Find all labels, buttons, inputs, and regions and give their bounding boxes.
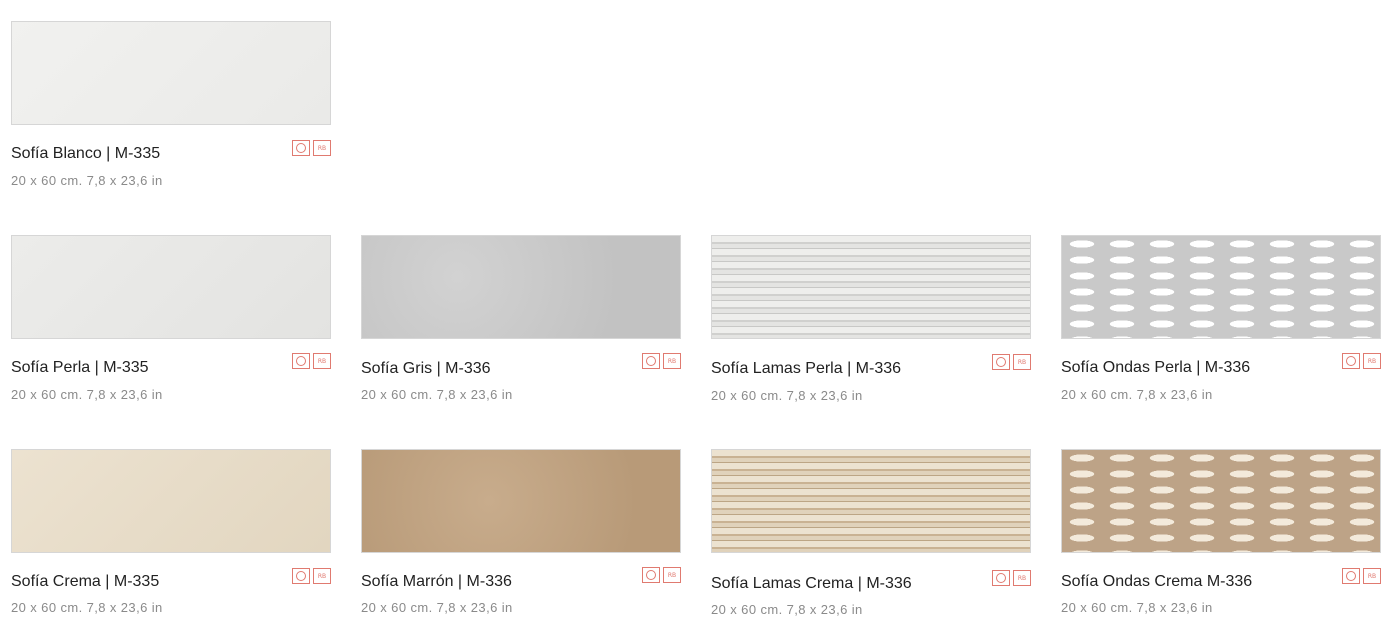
product-name[interactable]: Sofía Crema | M-335 [11,573,159,591]
tile-image[interactable] [711,449,1031,553]
rb-icon[interactable]: RB [313,140,331,156]
product-name[interactable]: Sofía Gris | M-336 [361,360,491,378]
product-name[interactable]: Sofía Ondas Perla | M-336 [1061,359,1250,377]
circle-icon[interactable] [292,353,310,369]
product-name[interactable]: Sofía Ondas Crema M-336 [1061,573,1252,591]
product-name[interactable]: Sofía Lamas Perla | M-336 [711,360,901,378]
rb-icon[interactable]: RB [663,353,681,369]
rb-icon[interactable]: RB [313,568,331,584]
product-dimensions: 20 x 60 cm. 7,8 x 23,6 in [711,388,863,403]
product-name[interactable]: Sofía Blanco | M-335 [11,145,160,163]
product-dimensions: 20 x 60 cm. 7,8 x 23,6 in [11,173,163,188]
product-dimensions: 20 x 60 cm. 7,8 x 23,6 in [361,600,513,615]
circle-icon[interactable] [642,353,660,369]
product-dimensions: 20 x 60 cm. 7,8 x 23,6 in [1061,387,1213,402]
circle-icon[interactable] [642,567,660,583]
product-name[interactable]: Sofía Marrón | M-336 [361,573,512,591]
rb-icon[interactable]: RB [1363,353,1381,369]
tile-image[interactable] [711,235,1031,339]
rb-icon[interactable]: RB [1363,568,1381,584]
product-dimensions: 20 x 60 cm. 7,8 x 23,6 in [11,387,163,402]
tile-image[interactable] [361,449,681,553]
product-name[interactable]: Sofía Perla | M-335 [11,359,149,377]
circle-icon[interactable] [292,568,310,584]
tile-image[interactable] [11,235,331,339]
product-name[interactable]: Sofía Lamas Crema | M-336 [711,575,912,593]
product-dimensions: 20 x 60 cm. 7,8 x 23,6 in [1061,600,1213,615]
tile-image[interactable] [1061,449,1381,553]
tile-image[interactable] [1061,235,1381,339]
circle-icon[interactable] [292,140,310,156]
tile-image[interactable] [11,449,331,553]
rb-icon[interactable]: RB [313,353,331,369]
product-dimensions: 20 x 60 cm. 7,8 x 23,6 in [11,600,163,615]
rb-icon[interactable]: RB [1013,354,1031,370]
product-dimensions: 20 x 60 cm. 7,8 x 23,6 in [361,387,513,402]
circle-icon[interactable] [992,570,1010,586]
circle-icon[interactable] [1342,353,1360,369]
rb-icon[interactable]: RB [663,567,681,583]
circle-icon[interactable] [1342,568,1360,584]
product-dimensions: 20 x 60 cm. 7,8 x 23,6 in [711,602,863,617]
tile-image[interactable] [361,235,681,339]
tile-image[interactable] [11,21,331,125]
rb-icon[interactable]: RB [1013,570,1031,586]
circle-icon[interactable] [992,354,1010,370]
